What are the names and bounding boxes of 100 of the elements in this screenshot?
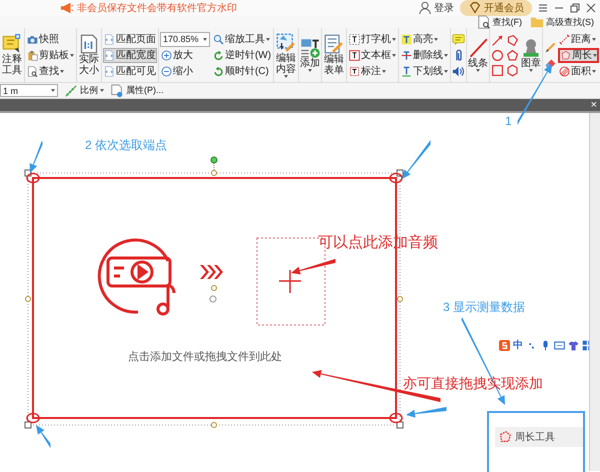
shape-button[interactable] — [506, 48, 519, 62]
ribbon-button[interactable]: 实际大小 — [78, 34, 100, 76]
shape-button[interactable] — [490, 34, 504, 46]
callout-icon — [348, 66, 360, 76]
ribbon-item[interactable]: 高亮 — [400, 32, 449, 46]
vip-button[interactable]: 开通会员 — [460, 0, 532, 16]
tool-button[interactable] — [452, 64, 465, 78]
rotate-left-icon — [212, 50, 224, 60]
close-icon[interactable] — [586, 3, 596, 13]
step-label: 2 依次选取端点 — [85, 137, 168, 154]
ribbon-button[interactable]: 编辑内容 — [275, 32, 298, 78]
ribbon-item[interactable]: 查找 — [26, 64, 75, 78]
page-icon — [104, 34, 115, 44]
magnifier-icon — [212, 34, 224, 44]
edit-content-icon — [276, 32, 296, 52]
close-document-button[interactable]: × — [588, 99, 600, 111]
shirt-icon[interactable] — [568, 340, 579, 350]
caret-icon — [100, 89, 104, 92]
resize-handle[interactable] — [211, 422, 217, 428]
vertex-marker — [389, 172, 403, 184]
pointer-arrow — [30, 141, 42, 173]
scale-select[interactable]: 1 m — [0, 84, 58, 97]
pointer-arrow — [291, 258, 336, 274]
ribbon-item[interactable]: 放大 — [160, 48, 210, 62]
resize-handle[interactable] — [25, 296, 31, 302]
ribbon-button[interactable]: 线条 — [468, 38, 488, 72]
ribbon-button[interactable]: 注释工具 — [1, 34, 23, 76]
ribbon-item[interactable]: 匹配可见 — [102, 64, 157, 78]
resize-handle[interactable] — [211, 170, 217, 176]
strikethrough-icon — [400, 50, 412, 60]
resize-handle[interactable] — [211, 285, 217, 291]
sticky-note-icon — [452, 32, 465, 46]
ribbon-item[interactable]: 缩放工具 — [212, 32, 272, 46]
plus-icon — [278, 269, 302, 294]
diamond-icon — [468, 1, 482, 15]
ribbon-button[interactable]: 图章 — [520, 38, 541, 72]
shape-button[interactable] — [490, 48, 504, 62]
tool-button[interactable] — [544, 40, 557, 54]
keyboard-icon[interactable] — [554, 340, 565, 350]
music-disc-icon — [98, 238, 176, 316]
shape-button[interactable] — [506, 34, 519, 46]
scrollbar[interactable] — [589, 113, 600, 471]
zoom-select[interactable]: 170.85% — [160, 32, 210, 46]
ribbon-button[interactable]: 添加 — [300, 38, 320, 72]
resize-handle[interactable] — [396, 422, 404, 428]
ribbon-item[interactable]: 面积 — [558, 64, 599, 78]
clipboard-icon — [26, 50, 38, 60]
page-icon — [104, 50, 115, 60]
shape-button[interactable] — [490, 64, 504, 76]
upload-hint: 点击添加文件或拖拽文件到此处 — [128, 350, 282, 364]
ratio-button[interactable]: 比例 — [64, 84, 104, 98]
ribbon-item[interactable]: 下划线 — [400, 64, 449, 78]
resize-handle[interactable] — [24, 422, 32, 428]
properties-button[interactable]: 属性(P)... — [110, 84, 164, 98]
camera-icon — [26, 34, 38, 44]
ribbon-item[interactable]: 标注 — [348, 64, 397, 78]
actual-size-icon — [78, 34, 99, 54]
megaphone-icon — [60, 1, 74, 15]
ribbon-item[interactable]: 顺时针(C) — [212, 64, 272, 78]
tool-button[interactable] — [452, 32, 465, 46]
hexagon-icon — [506, 64, 519, 76]
step-label: 3 显示测量数据 — [443, 299, 526, 316]
ime-mode[interactable]: 中 — [513, 338, 523, 352]
ribbon-item[interactable]: 周长 — [558, 48, 599, 62]
ribbon-item[interactable]: 距离 — [558, 32, 599, 46]
ribbon-item[interactable]: 文本框 — [348, 48, 397, 62]
area-icon — [558, 66, 570, 76]
resize-handle[interactable] — [397, 296, 403, 302]
pointer-arrow — [36, 425, 50, 448]
menu-icon[interactable] — [538, 3, 548, 13]
find-button[interactable]: 高级查找(S) — [530, 16, 594, 28]
square-icon — [490, 64, 504, 76]
ribbon-item[interactable]: 删除线 — [400, 48, 449, 62]
rotate-handle[interactable] — [210, 156, 218, 164]
speaker-icon — [452, 64, 465, 78]
ribbon-item[interactable]: 匹配页面 — [102, 32, 157, 46]
ribbon-item[interactable]: 匹配宽度 — [102, 48, 157, 62]
ruler-icon — [64, 84, 78, 98]
shape-button[interactable] — [506, 64, 519, 76]
highlight-icon — [400, 34, 412, 44]
line-icon — [468, 38, 488, 58]
restore-icon[interactable] — [570, 3, 580, 13]
ribbon-item[interactable]: 快照 — [26, 32, 75, 46]
typewriter-icon — [348, 34, 360, 44]
caret-icon — [202, 38, 207, 40]
underline-icon — [400, 66, 412, 76]
panel-title: 周长工具 — [495, 427, 583, 447]
watermark-notice: 非会员保存文件会带有软件官方水印 — [60, 1, 237, 15]
ribbon-button[interactable]: 编辑表单 — [323, 34, 345, 76]
page-icon — [104, 66, 115, 76]
ribbon-item[interactable]: 剪贴板 — [26, 48, 75, 62]
caret-icon — [51, 89, 55, 92]
ribbon-item[interactable]: 缩小 — [160, 64, 210, 78]
pointer-arrow — [406, 406, 446, 418]
ribbon-item[interactable]: 逆时针(W) — [212, 48, 272, 62]
zoom-out-icon — [160, 66, 172, 76]
ribbon-item[interactable]: 打字机 — [348, 32, 397, 46]
textbox-icon — [348, 50, 360, 60]
vertex-marker — [389, 412, 403, 424]
login-button[interactable]: 登录 — [418, 1, 454, 15]
